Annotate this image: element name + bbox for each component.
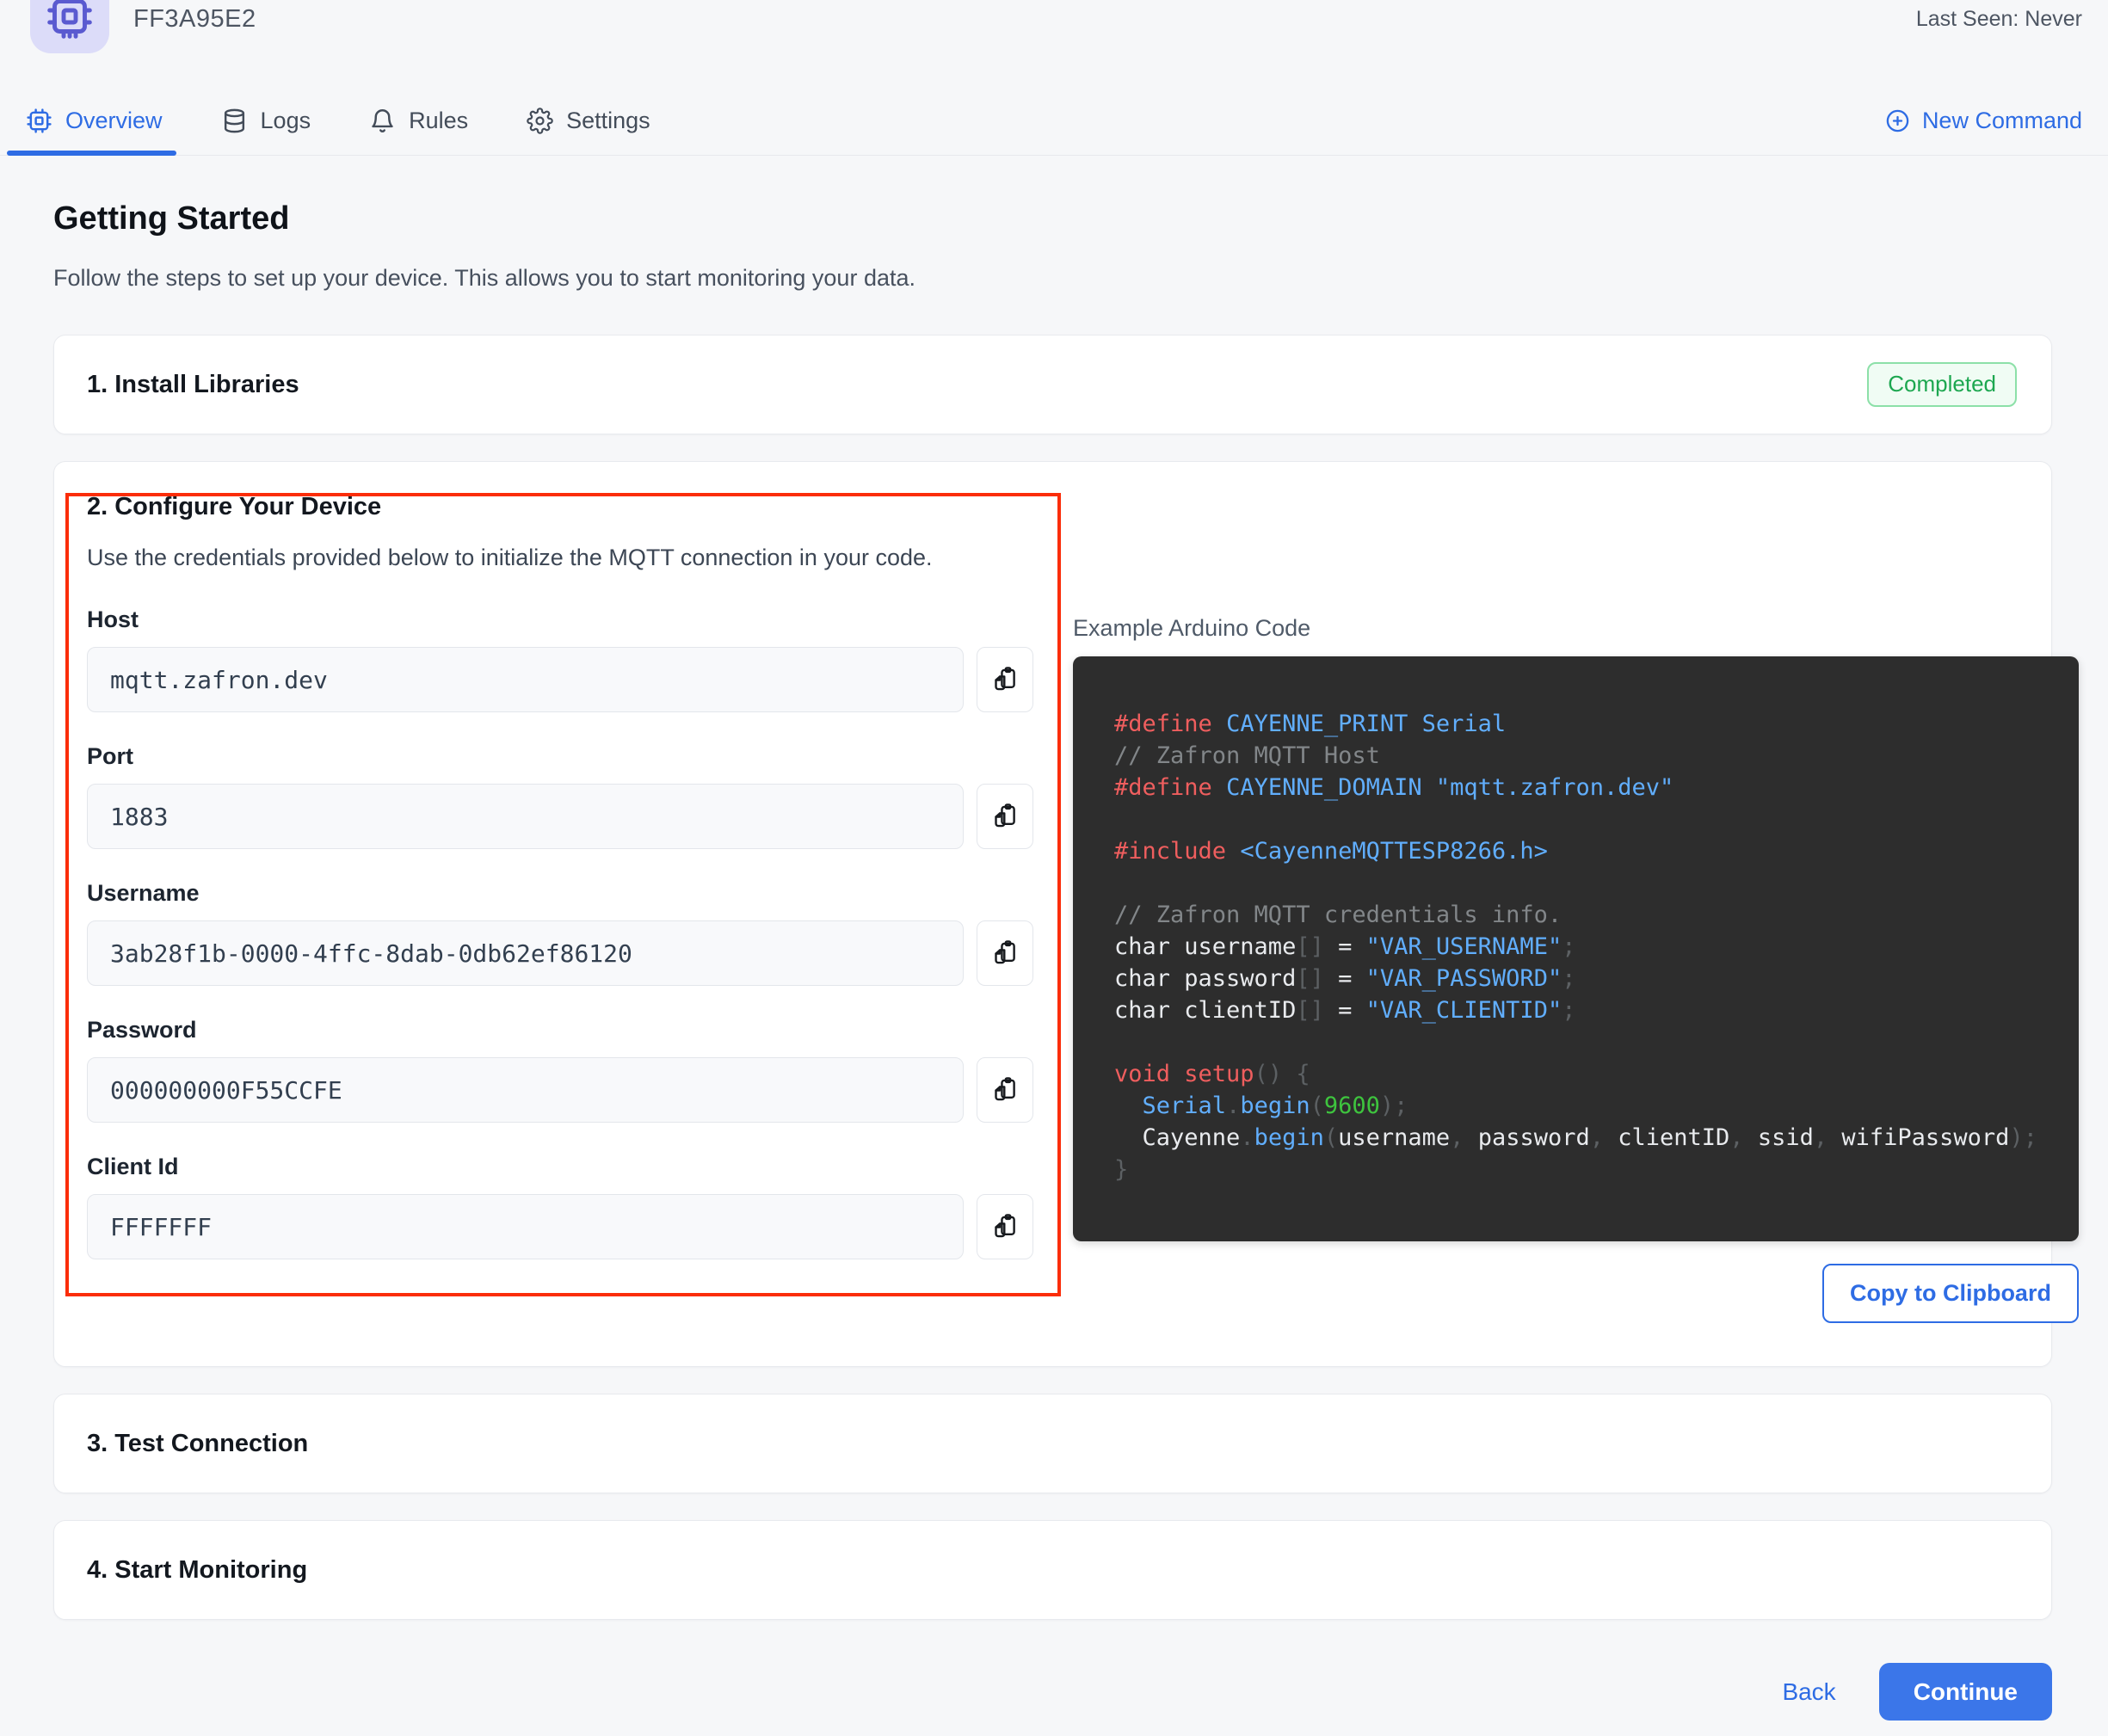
step-start-monitoring[interactable]: 4. Start Monitoring (53, 1520, 2052, 1620)
client-id-input[interactable] (87, 1194, 964, 1259)
step-configure-device: 2. Configure Your Device Use the credent… (53, 461, 2079, 1367)
tab-label: Rules (409, 107, 469, 133)
host-label: Host (87, 606, 139, 632)
gear-icon (527, 107, 553, 134)
step-description: Use the credentials provided below to in… (87, 545, 933, 570)
password-field-row (87, 1057, 1033, 1123)
step-title: 1. Install Libraries (87, 370, 299, 398)
copy-icon (995, 667, 1015, 691)
tab-logs[interactable]: Logs (221, 86, 311, 155)
copy-port-button[interactable] (977, 784, 1033, 849)
copy-username-button[interactable] (977, 920, 1033, 986)
device-info: FF3A95E2 (30, 0, 256, 53)
step-install-libraries[interactable]: 1. Install Libraries Completed (53, 335, 2052, 434)
tab-label: Overview (65, 107, 163, 133)
database-icon (224, 108, 244, 132)
status-badge: Completed (1867, 362, 2017, 407)
copy-icon (995, 1214, 1015, 1238)
back-button[interactable]: Back (1782, 1678, 1835, 1706)
arduino-code: #define CAYENNE_PRINT Serial// Zafron MQ… (1073, 656, 2079, 1241)
tab-rules[interactable]: Rules (369, 86, 468, 155)
tab-overview[interactable]: Overview (7, 86, 176, 156)
example-code-panel: Example Arduino Code #define CAYENNE_PRI… (1073, 493, 2079, 1323)
credentials-panel: 2. Configure Your Device Use the credent… (87, 493, 1033, 1323)
tab-label: Settings (566, 107, 650, 133)
step-title: 4. Start Monitoring (87, 1555, 308, 1584)
step-title: 3. Test Connection (87, 1429, 309, 1457)
copy-icon (995, 1077, 1015, 1101)
port-input[interactable] (87, 784, 964, 849)
copy-host-button[interactable] (977, 647, 1033, 712)
new-command-label: New Command (1921, 107, 2082, 133)
copy-icon (995, 803, 1015, 828)
password-label: Password (87, 1017, 197, 1043)
tab-list: Overview Logs Rules Settings (7, 86, 650, 156)
client-id-label: Client Id (87, 1154, 179, 1179)
page-title: Getting Started (53, 200, 290, 237)
tab-label: Logs (260, 107, 311, 133)
bell-icon (372, 108, 393, 132)
copy-to-clipboard-button[interactable]: Copy to Clipboard (1821, 1264, 2079, 1323)
copy-client-id-button[interactable] (977, 1194, 1033, 1259)
tab-settings[interactable]: Settings (527, 86, 650, 155)
cpu-icon (27, 108, 52, 133)
step-test-connection[interactable]: 3. Test Connection (53, 1394, 2052, 1493)
last-seen-status: Last Seen: Never (1915, 7, 2082, 31)
footer-actions: Back Continue (53, 1663, 2052, 1736)
username-label: Username (87, 880, 200, 906)
host-field-row (87, 647, 1033, 712)
port-label: Port (87, 743, 133, 769)
code-title: Example Arduino Code (1073, 615, 1311, 641)
copy-icon (995, 940, 1015, 964)
device-id: FF3A95E2 (133, 5, 256, 33)
device-avatar (30, 0, 109, 53)
copy-password-button[interactable] (977, 1057, 1033, 1123)
main-content: Getting Started Follow the steps to set … (0, 200, 2108, 1736)
host-input[interactable] (87, 647, 964, 712)
port-field-row (87, 784, 1033, 849)
step-title: 2. Configure Your Device (87, 493, 382, 520)
tab-bar: Overview Logs Rules Settings New Command (0, 86, 2108, 156)
password-input[interactable] (87, 1057, 964, 1123)
username-input[interactable] (87, 920, 964, 986)
chip-avatar-icon (47, 0, 92, 39)
username-field-row (87, 920, 1033, 986)
continue-button[interactable]: Continue (1878, 1663, 2052, 1721)
client-id-field-row (87, 1194, 1033, 1259)
page-description: Follow the steps to set up your device. … (53, 265, 915, 291)
topbar: FF3A95E2 Last Seen: Never (0, 0, 2108, 55)
new-command-button[interactable]: New Command (1884, 108, 2082, 134)
plus-circle-icon (1886, 109, 1909, 132)
